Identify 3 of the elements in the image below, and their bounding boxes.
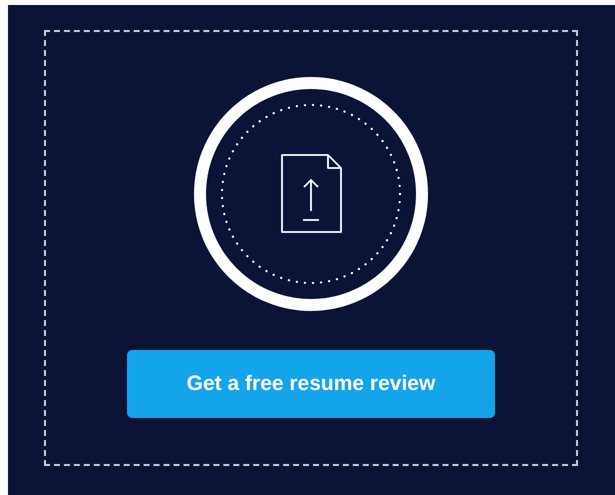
drop-zone[interactable]: Get a free resume review — [44, 30, 578, 466]
file-upload-icon — [281, 154, 342, 233]
review-button[interactable]: Get a free resume review — [127, 350, 495, 418]
